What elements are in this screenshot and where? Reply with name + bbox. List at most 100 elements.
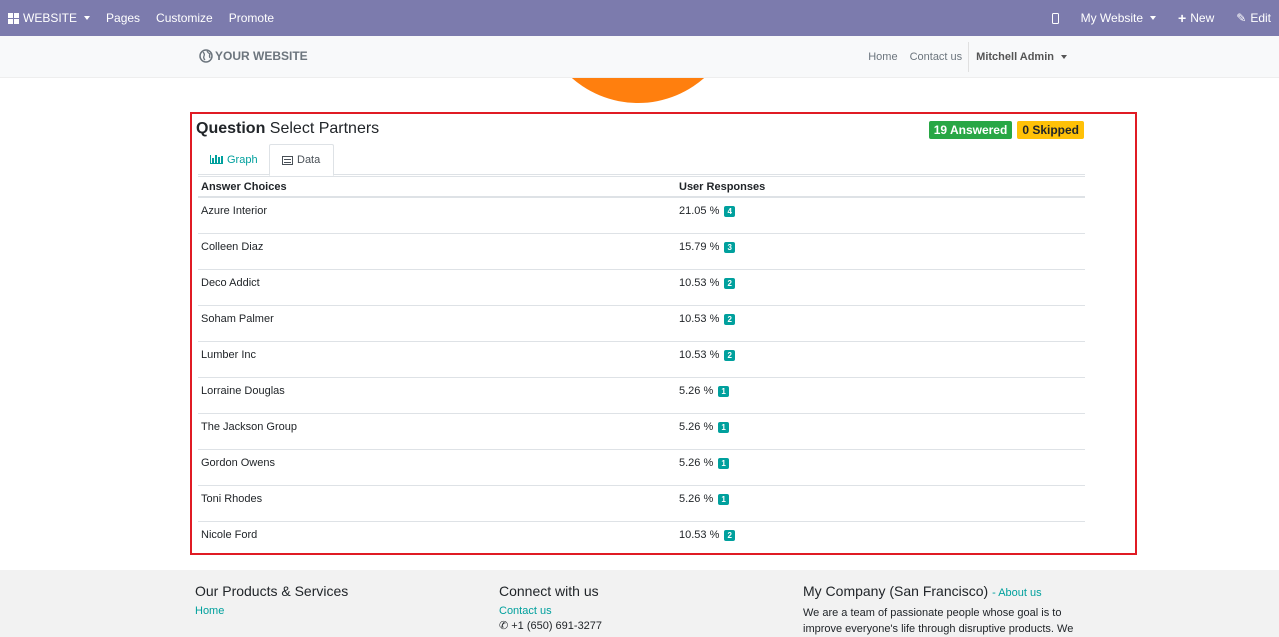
user-response: 15.79 % 3 [679,241,735,253]
website-menu[interactable]: WEBSITE [8,11,91,25]
tab-graph-label: Graph [227,153,258,166]
table-row: Gordon Owens 5.26 % 1 [198,450,1085,486]
table-row: Azure Interior 21.05 % 4 [198,198,1085,234]
response-count-badge: 2 [724,349,735,361]
tab-data-label: Data [297,154,321,166]
new-button-label: New [1190,11,1215,25]
new-button[interactable]: + New [1178,11,1214,25]
answer-choice: Lumber Inc [201,349,257,361]
response-count-badge: 1 [718,493,729,505]
footer-phone-number: +1 (650) 691-3277 [511,619,603,632]
footer-company-heading: My Company (San Francisco) - About us [803,583,1042,599]
logo-text: YOUR WEBSITE [215,49,308,63]
answer-choice: Toni Rhodes [201,493,263,505]
user-response: 10.53 % 2 [679,277,735,289]
response-count-badge: 2 [724,277,735,289]
site-footer: Our Products & Services Home Connect wit… [0,570,1279,637]
plus-icon: + [1178,10,1187,26]
question-panel: Question Select Partners 19 Answered 0 S… [190,112,1137,555]
table-row: Toni Rhodes 5.26 % 1 [198,486,1085,522]
footer-connect: Connect with us Contact us ✆ +1 (650) 69… [499,583,602,632]
answer-choice: Deco Addict [201,277,260,289]
user-response: 10.53 % 2 [679,349,735,361]
caret-down-icon [1061,55,1067,59]
caret-down-icon [1150,16,1157,20]
user-response: 5.26 % 1 [679,457,729,469]
answer-choice: Lorraine Douglas [201,385,285,397]
list-icon [282,155,293,165]
response-count-badge: 1 [718,421,729,433]
footer-products-title: Our Products & Services [195,583,349,599]
my-website-label: My Website [1080,11,1144,25]
my-website-dropdown[interactable]: My Website [1080,11,1157,25]
edit-button-label: Edit [1250,11,1271,25]
answer-choice: Gordon Owens [201,457,275,469]
table-header: Answer Choices User Responses [198,176,1085,198]
response-percent: 10.53 % [679,277,720,289]
tab-data[interactable]: Data [269,144,334,176]
response-percent: 5.26 % [679,385,714,397]
user-response: 5.26 % 1 [679,493,729,505]
column-header-responses: User Responses [679,180,766,193]
footer-company: My Company (San Francisco) - About us We… [803,583,1083,637]
response-count-badge: 2 [724,529,735,541]
tab-graph[interactable]: Graph [198,144,270,175]
question-title: Question Select Partners [196,120,379,138]
user-response: 5.26 % 1 [679,385,729,397]
chart-remnant [538,78,738,103]
response-count-badge: 3 [724,241,735,253]
answer-choice: Colleen Diaz [201,241,264,253]
question-title-text: Select Partners [269,120,380,137]
user-menu[interactable]: Mitchell Admin [968,42,1073,72]
pie-slice [538,78,738,103]
table-row: Lorraine Douglas 5.26 % 1 [198,378,1085,414]
answered-badge: 19 Answered [928,121,1013,139]
table-row: Soham Palmer 10.53 % 2 [198,306,1085,342]
answer-choice: Soham Palmer [201,313,274,325]
footer-contact-link[interactable]: Contact us [499,605,602,617]
nav-home[interactable]: Home [862,42,903,72]
user-response: 21.05 % 4 [679,205,735,217]
response-count-badge: 2 [724,313,735,325]
caret-down-icon [84,16,91,20]
table-row: Deco Addict 10.53 % 2 [198,270,1085,306]
response-count-badge: 1 [718,457,729,469]
globe-icon [199,49,213,63]
user-name: Mitchell Admin [976,51,1054,63]
table-row: Nicole Ford 10.53 % 2 [198,522,1085,558]
site-logo[interactable]: YOUR WEBSITE [199,49,308,63]
footer-company-text: We are a team of passionate people whose… [803,607,1074,635]
pages-menu[interactable]: Pages [106,11,140,25]
response-count-badge: 4 [724,205,735,217]
phone-icon: ✆ [499,620,509,632]
footer-about-link[interactable]: About us [998,587,1041,599]
mobile-preview-button[interactable] [1051,12,1059,24]
responses-table: Answer Choices User Responses Azure Inte… [198,176,1085,558]
footer-company-title: My Company (San Francisco) [803,583,989,599]
user-response: 10.53 % 2 [679,529,735,541]
footer-home-link[interactable]: Home [195,605,348,617]
bar-chart-icon [210,155,223,164]
response-percent: 10.53 % [679,313,720,325]
response-count-badge: 1 [718,385,729,397]
response-percent: 5.26 % [679,493,714,505]
nav-contact[interactable]: Contact us [904,42,969,72]
question-title-prefix: Question [196,120,266,137]
mobile-icon [1051,12,1059,24]
edit-button[interactable]: ✎ Edit [1236,11,1271,25]
admin-topbar: WEBSITE Pages Customize Promote My Websi… [0,0,1279,36]
site-header: YOUR WEBSITE Home Contact us Mitchell Ad… [0,36,1279,78]
response-percent: 5.26 % [679,421,714,433]
answer-choice: Nicole Ford [201,529,258,541]
footer-products: Our Products & Services Home [195,583,348,617]
user-response: 5.26 % 1 [679,421,729,433]
apps-grid-icon [8,12,19,24]
table-row: Colleen Diaz 15.79 % 3 [198,234,1085,270]
main-nav: Home Contact us Mitchell Admin [862,42,1073,72]
website-menu-label: WEBSITE [23,11,78,25]
answer-choice: Azure Interior [201,205,268,217]
table-row: Lumber Inc 10.53 % 2 [198,342,1085,378]
skipped-badge: 0 Skipped [1017,121,1084,139]
promote-menu[interactable]: Promote [229,11,274,25]
customize-menu[interactable]: Customize [156,11,213,25]
